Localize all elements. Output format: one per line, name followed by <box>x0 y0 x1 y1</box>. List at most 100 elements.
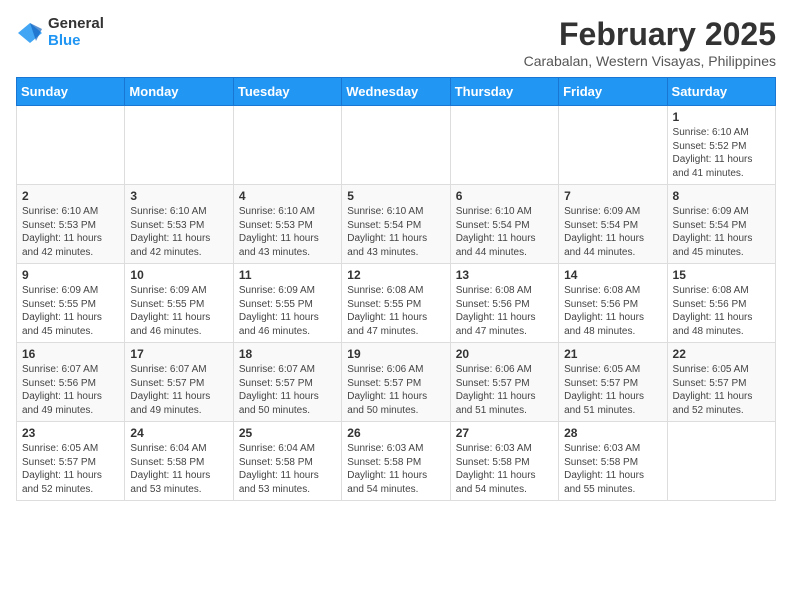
calendar-cell: 13 Sunrise: 6:08 AM Sunset: 5:56 PM Dayli… <box>450 264 558 343</box>
calendar-cell <box>342 106 450 185</box>
calendar-table: SundayMondayTuesdayWednesdayThursdayFrid… <box>16 77 776 501</box>
day-info: Sunrise: 6:05 AM Sunset: 5:57 PM Dayligh… <box>673 363 770 417</box>
logo: General Blue <box>16 16 104 49</box>
day-number: 17 <box>130 347 227 361</box>
day-info: Sunrise: 6:09 AM Sunset: 5:55 PM Dayligh… <box>239 284 336 338</box>
day-number: 8 <box>673 189 770 203</box>
day-info: Sunrise: 6:10 AM Sunset: 5:53 PM Dayligh… <box>130 205 227 259</box>
day-info: Sunrise: 6:08 AM Sunset: 5:55 PM Dayligh… <box>347 284 444 338</box>
day-info: Sunrise: 6:09 AM Sunset: 5:54 PM Dayligh… <box>673 205 770 259</box>
day-number: 18 <box>239 347 336 361</box>
day-number: 6 <box>456 189 553 203</box>
calendar-cell: 4 Sunrise: 6:10 AM Sunset: 5:53 PM Daylig… <box>233 185 341 264</box>
day-number: 19 <box>347 347 444 361</box>
header-cell-monday: Monday <box>125 78 233 106</box>
day-info: Sunrise: 6:03 AM Sunset: 5:58 PM Dayligh… <box>564 442 661 496</box>
calendar-cell: 22 Sunrise: 6:05 AM Sunset: 5:57 PM Dayli… <box>667 343 775 422</box>
day-number: 4 <box>239 189 336 203</box>
day-number: 23 <box>22 426 119 440</box>
day-number: 13 <box>456 268 553 282</box>
day-info: Sunrise: 6:10 AM Sunset: 5:52 PM Dayligh… <box>673 126 770 180</box>
header-row: SundayMondayTuesdayWednesdayThursdayFrid… <box>17 78 776 106</box>
day-number: 11 <box>239 268 336 282</box>
calendar-cell <box>450 106 558 185</box>
calendar-cell: 23 Sunrise: 6:05 AM Sunset: 5:57 PM Dayli… <box>17 422 125 501</box>
day-info: Sunrise: 6:10 AM Sunset: 5:53 PM Dayligh… <box>22 205 119 259</box>
day-info: Sunrise: 6:05 AM Sunset: 5:57 PM Dayligh… <box>564 363 661 417</box>
day-number: 24 <box>130 426 227 440</box>
calendar-cell: 11 Sunrise: 6:09 AM Sunset: 5:55 PM Dayli… <box>233 264 341 343</box>
day-number: 16 <box>22 347 119 361</box>
day-number: 12 <box>347 268 444 282</box>
logo-blue-text: Blue <box>48 33 104 50</box>
day-number: 25 <box>239 426 336 440</box>
day-number: 26 <box>347 426 444 440</box>
day-info: Sunrise: 6:07 AM Sunset: 5:57 PM Dayligh… <box>130 363 227 417</box>
calendar-week-1: 1Sunrise: 6:10 AM Sunset: 5:52 PM Daylig… <box>17 106 776 185</box>
day-number: 5 <box>347 189 444 203</box>
calendar-cell: 19 Sunrise: 6:06 AM Sunset: 5:57 PM Dayli… <box>342 343 450 422</box>
calendar-cell: 16 Sunrise: 6:07 AM Sunset: 5:56 PM Dayli… <box>17 343 125 422</box>
header-cell-wednesday: Wednesday <box>342 78 450 106</box>
header-cell-thursday: Thursday <box>450 78 558 106</box>
day-info: Sunrise: 6:07 AM Sunset: 5:56 PM Dayligh… <box>22 363 119 417</box>
calendar-cell <box>667 422 775 501</box>
location-subtitle: Carabalan, Western Visayas, Philippines <box>524 53 776 69</box>
calendar-cell: 21Sunrise: 6:05 AM Sunset: 5:57 PM Dayli… <box>559 343 667 422</box>
day-info: Sunrise: 6:08 AM Sunset: 5:56 PM Dayligh… <box>673 284 770 338</box>
day-number: 28 <box>564 426 661 440</box>
day-info: Sunrise: 6:06 AM Sunset: 5:57 PM Dayligh… <box>347 363 444 417</box>
calendar-cell <box>559 106 667 185</box>
page-header: General Blue February 2025 Carabalan, We… <box>16 16 776 69</box>
day-number: 20 <box>456 347 553 361</box>
calendar-cell <box>125 106 233 185</box>
day-info: Sunrise: 6:10 AM Sunset: 5:54 PM Dayligh… <box>347 205 444 259</box>
logo-general-text: General <box>48 16 104 33</box>
calendar-week-2: 2 Sunrise: 6:10 AM Sunset: 5:53 PM Daylig… <box>17 185 776 264</box>
day-number: 2 <box>22 189 119 203</box>
day-info: Sunrise: 6:09 AM Sunset: 5:55 PM Dayligh… <box>130 284 227 338</box>
calendar-week-3: 9Sunrise: 6:09 AM Sunset: 5:55 PM Daylig… <box>17 264 776 343</box>
calendar-cell: 5 Sunrise: 6:10 AM Sunset: 5:54 PM Daylig… <box>342 185 450 264</box>
title-area: February 2025 Carabalan, Western Visayas… <box>524 16 776 69</box>
calendar-week-4: 16 Sunrise: 6:07 AM Sunset: 5:56 PM Dayli… <box>17 343 776 422</box>
calendar-cell: 17 Sunrise: 6:07 AM Sunset: 5:57 PM Dayli… <box>125 343 233 422</box>
day-info: Sunrise: 6:04 AM Sunset: 5:58 PM Dayligh… <box>239 442 336 496</box>
calendar-week-5: 23 Sunrise: 6:05 AM Sunset: 5:57 PM Dayli… <box>17 422 776 501</box>
day-info: Sunrise: 6:06 AM Sunset: 5:57 PM Dayligh… <box>456 363 553 417</box>
header-cell-sunday: Sunday <box>17 78 125 106</box>
calendar-cell <box>17 106 125 185</box>
calendar-cell: 9Sunrise: 6:09 AM Sunset: 5:55 PM Daylig… <box>17 264 125 343</box>
day-info: Sunrise: 6:10 AM Sunset: 5:53 PM Dayligh… <box>239 205 336 259</box>
calendar-header: SundayMondayTuesdayWednesdayThursdayFrid… <box>17 78 776 106</box>
calendar-cell: 15 Sunrise: 6:08 AM Sunset: 5:56 PM Dayli… <box>667 264 775 343</box>
calendar-cell: 20 Sunrise: 6:06 AM Sunset: 5:57 PM Dayli… <box>450 343 558 422</box>
day-number: 27 <box>456 426 553 440</box>
calendar-cell: 26Sunrise: 6:03 AM Sunset: 5:58 PM Dayli… <box>342 422 450 501</box>
logo-text: General Blue <box>48 16 104 49</box>
day-info: Sunrise: 6:08 AM Sunset: 5:56 PM Dayligh… <box>456 284 553 338</box>
header-cell-friday: Friday <box>559 78 667 106</box>
calendar-cell <box>233 106 341 185</box>
day-info: Sunrise: 6:10 AM Sunset: 5:54 PM Dayligh… <box>456 205 553 259</box>
calendar-cell: 2 Sunrise: 6:10 AM Sunset: 5:53 PM Daylig… <box>17 185 125 264</box>
header-cell-saturday: Saturday <box>667 78 775 106</box>
day-info: Sunrise: 6:04 AM Sunset: 5:58 PM Dayligh… <box>130 442 227 496</box>
calendar-cell: 3Sunrise: 6:10 AM Sunset: 5:53 PM Daylig… <box>125 185 233 264</box>
calendar-cell: 28 Sunrise: 6:03 AM Sunset: 5:58 PM Dayli… <box>559 422 667 501</box>
calendar-cell: 1Sunrise: 6:10 AM Sunset: 5:52 PM Daylig… <box>667 106 775 185</box>
calendar-cell: 24 Sunrise: 6:04 AM Sunset: 5:58 PM Dayli… <box>125 422 233 501</box>
calendar-cell: 10Sunrise: 6:09 AM Sunset: 5:55 PM Dayli… <box>125 264 233 343</box>
calendar-cell: 8 Sunrise: 6:09 AM Sunset: 5:54 PM Daylig… <box>667 185 775 264</box>
calendar-cell: 18Sunrise: 6:07 AM Sunset: 5:57 PM Dayli… <box>233 343 341 422</box>
day-number: 14 <box>564 268 661 282</box>
day-info: Sunrise: 6:05 AM Sunset: 5:57 PM Dayligh… <box>22 442 119 496</box>
day-number: 15 <box>673 268 770 282</box>
day-info: Sunrise: 6:09 AM Sunset: 5:55 PM Dayligh… <box>22 284 119 338</box>
calendar-cell: 6 Sunrise: 6:10 AM Sunset: 5:54 PM Daylig… <box>450 185 558 264</box>
day-number: 22 <box>673 347 770 361</box>
day-info: Sunrise: 6:09 AM Sunset: 5:54 PM Dayligh… <box>564 205 661 259</box>
calendar-body: 1Sunrise: 6:10 AM Sunset: 5:52 PM Daylig… <box>17 106 776 501</box>
day-info: Sunrise: 6:03 AM Sunset: 5:58 PM Dayligh… <box>456 442 553 496</box>
calendar-cell: 14Sunrise: 6:08 AM Sunset: 5:56 PM Dayli… <box>559 264 667 343</box>
